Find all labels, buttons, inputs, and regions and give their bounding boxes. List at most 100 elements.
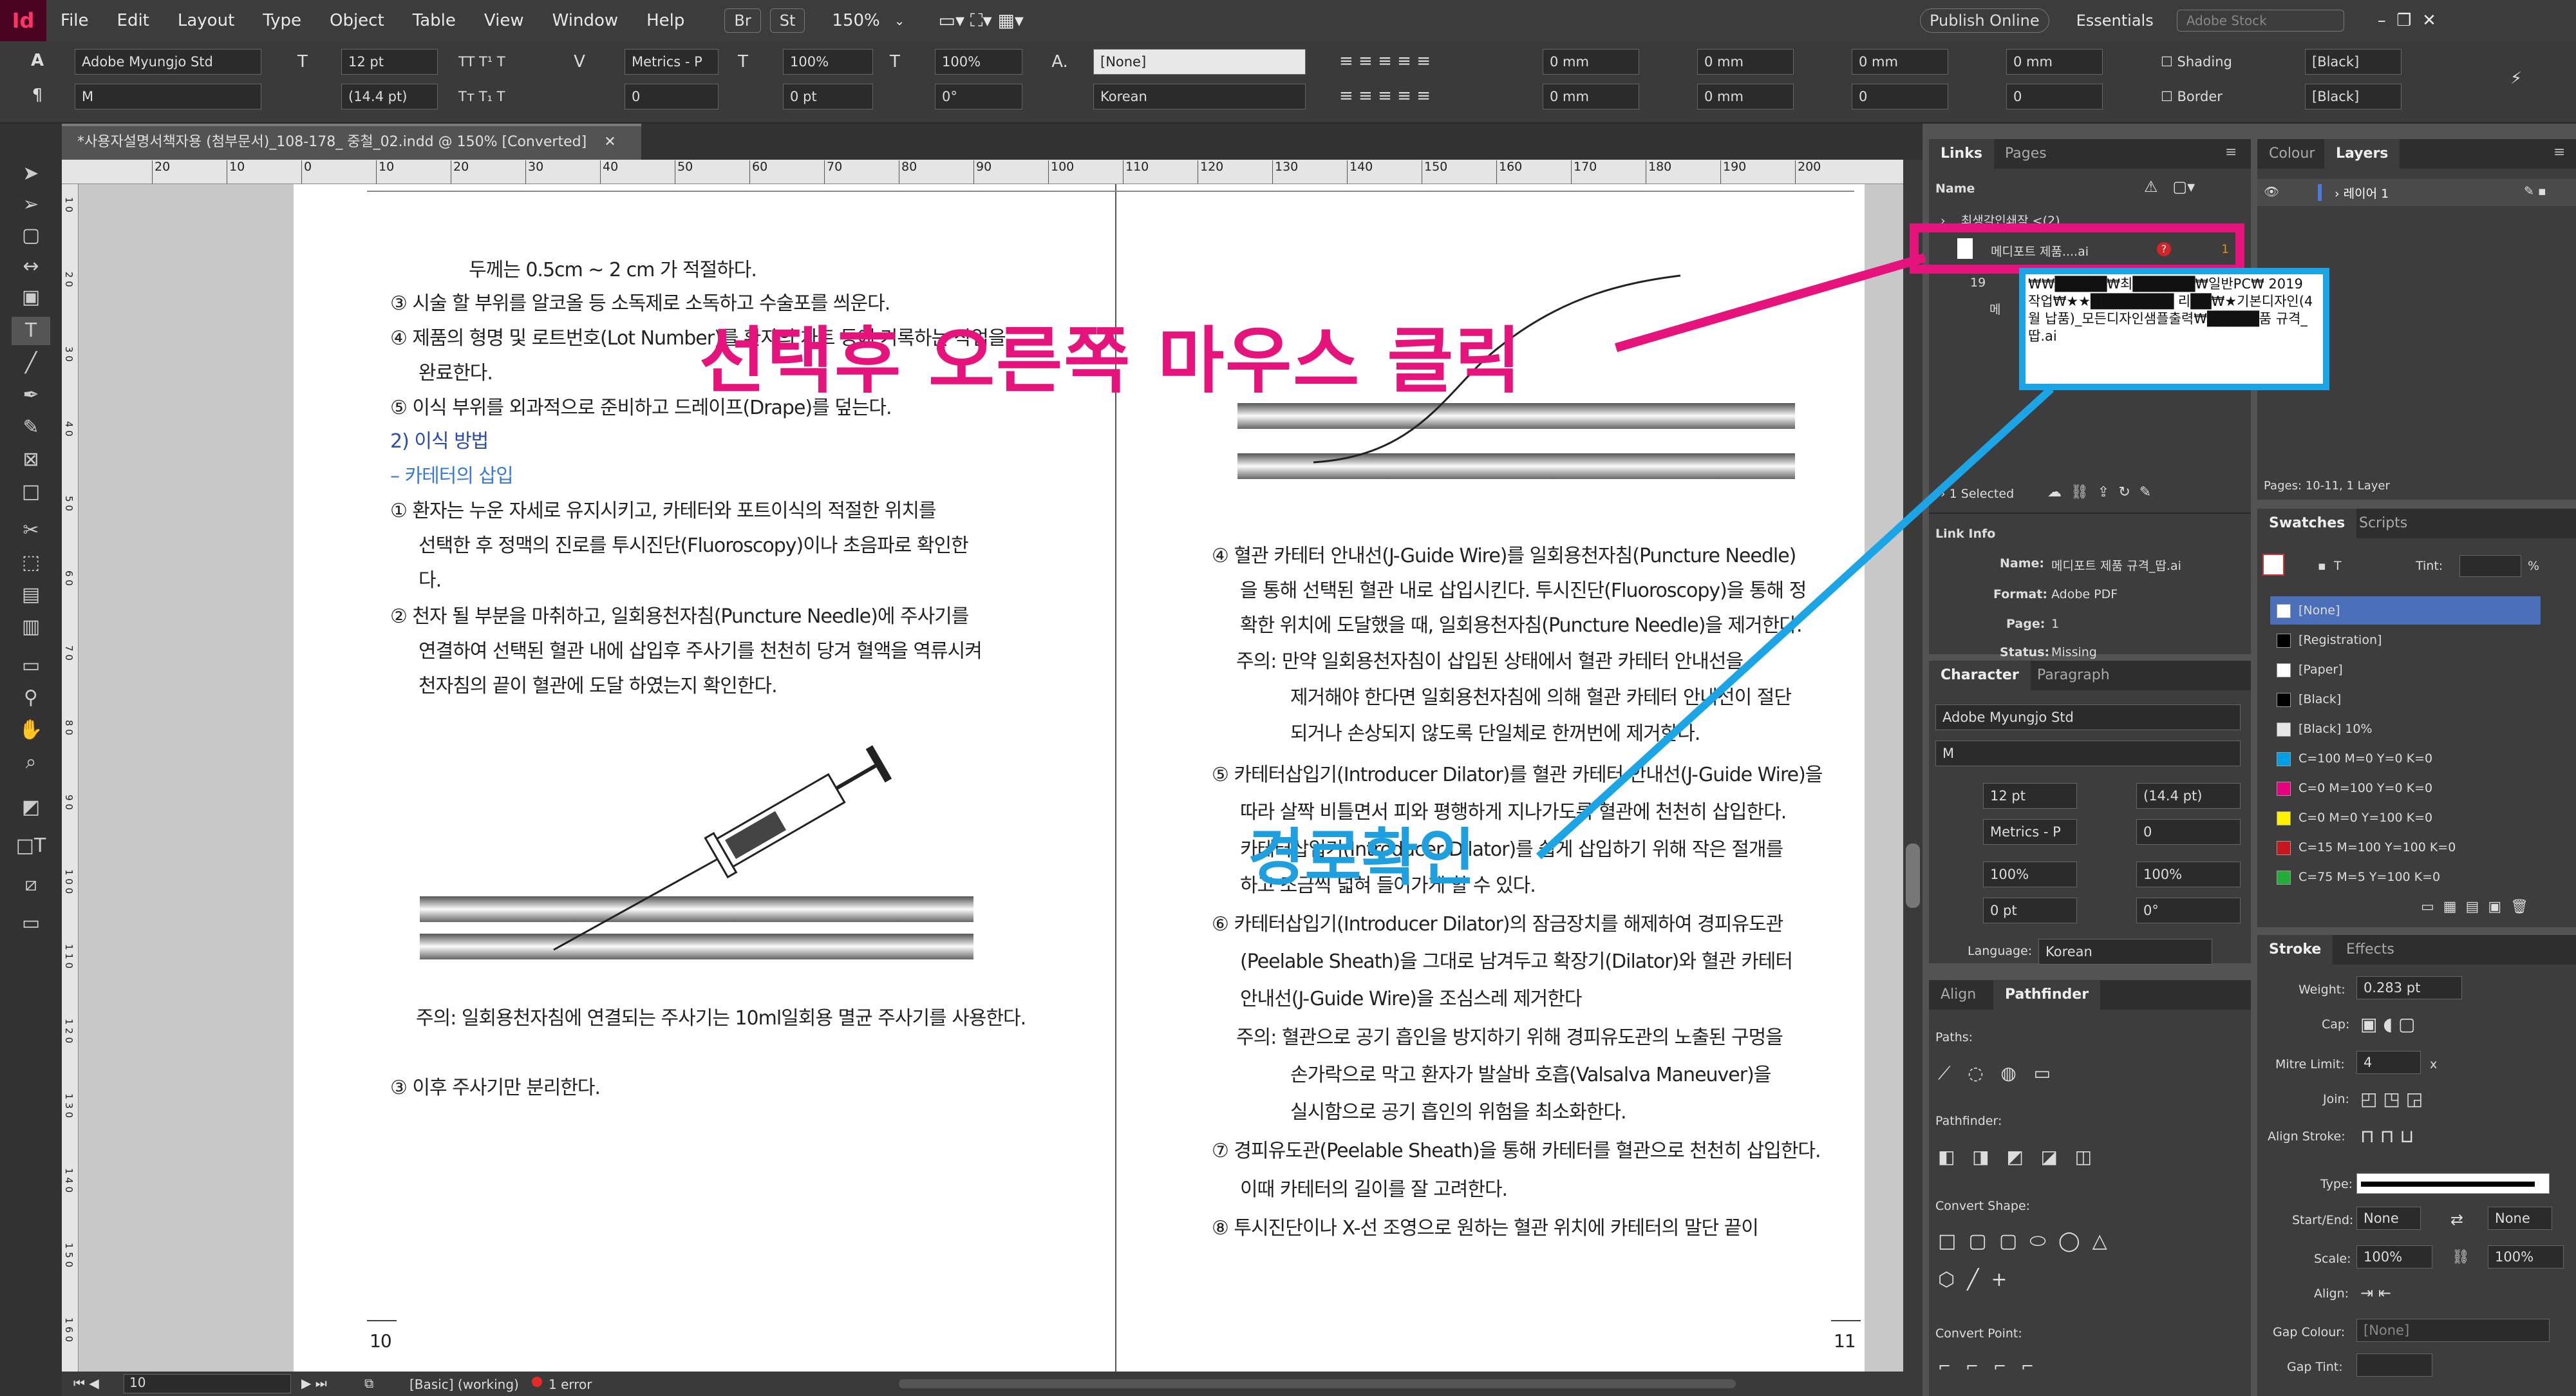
selection-tool-icon[interactable]: ➤ xyxy=(12,160,50,188)
gap-colour-field[interactable]: [None] xyxy=(2356,1319,2550,1342)
zoom-level[interactable]: 150% xyxy=(818,11,894,30)
gap-tool-icon[interactable]: ↔ xyxy=(12,252,50,281)
vertical-scale-field[interactable]: 100% xyxy=(783,49,873,75)
text-line[interactable]: 이때 카테터의 길이를 잘 고려한다. xyxy=(1240,1173,1508,1202)
layer-pen-icon[interactable]: ✎ ▪ xyxy=(2524,184,2546,198)
text-line[interactable]: ④ 혈관 카테터 안내선(J-Guide Wire)를 일회용천자침(Punct… xyxy=(1212,540,1796,568)
swatch-row[interactable]: C=0 M=0 Y=100 K=0 xyxy=(2270,804,2541,832)
tab-links[interactable]: Links xyxy=(1929,139,1994,169)
text-line[interactable]: (Peelable Sheath)을 그대로 남겨두고 확장기(Dilator)… xyxy=(1240,945,1793,974)
swatch-row[interactable]: [Black] 10% xyxy=(2270,715,2541,743)
visibility-eye-icon[interactable]: 👁 xyxy=(2264,184,2279,199)
text-line[interactable]: 되거나 손상되지 않도록 단일체로 한꺼번에 제거한다. xyxy=(1290,717,1700,746)
border-color-field[interactable]: [Black] xyxy=(2305,84,2402,109)
link-info-title[interactable]: Link Info xyxy=(1935,527,1995,541)
tab-colour[interactable]: Colour xyxy=(2257,139,2326,169)
links-column-icons[interactable]: ⚠ ▢▾ xyxy=(2144,178,2195,196)
join-buttons[interactable]: ◰ ◳ ◲ xyxy=(2360,1088,2423,1109)
swatch-row[interactable]: C=75 M=5 Y=100 K=0 xyxy=(2270,863,2541,891)
text-line[interactable]: ⑦ 경피유도관(Peelable Sheath)을 통해 카테터를 혈관으로 천… xyxy=(1212,1135,1821,1163)
gradient-feather-tool-icon[interactable]: ▥ xyxy=(12,613,50,641)
stock-button[interactable]: St xyxy=(769,8,805,33)
link-scale-icon[interactable]: ⛓ xyxy=(2452,1249,2470,1265)
text-line[interactable]: ② 천자 될 부분을 마취하고, 일회용천자침(Puncture Needle)… xyxy=(390,600,969,628)
font-size-field[interactable]: 12 pt xyxy=(341,49,438,75)
last-line-indent-field[interactable]: 0 mm xyxy=(1697,84,1794,109)
lightning-icon[interactable]: ⚡ xyxy=(2505,67,2528,90)
char-size-field[interactable]: 12 pt xyxy=(1983,783,2077,809)
char-baseline-field[interactable]: 0 pt xyxy=(1983,898,2077,923)
swatch-row[interactable]: [Registration] xyxy=(2270,626,2541,654)
shading-color-field[interactable]: [Black] xyxy=(2305,49,2402,75)
paragraph-mode-icon[interactable]: ¶ xyxy=(26,84,49,107)
pen-tool-icon[interactable]: ✒ xyxy=(12,381,50,410)
rectangle-tool-icon[interactable]: □ xyxy=(12,478,50,506)
text-line[interactable]: ③ 이후 주사기만 분리한다. xyxy=(390,1071,601,1100)
next-page-icon[interactable]: ▶ ⏭ xyxy=(301,1375,327,1391)
tab-layers[interactable]: Layers xyxy=(2324,139,2400,169)
line-tool-icon[interactable]: ╱ xyxy=(12,349,50,377)
text-line[interactable]: ⑤ 카테터삽입기(Introducer Dilator)를 혈관 카테터 안내선… xyxy=(1212,759,1823,787)
page-tool-icon[interactable]: ▢ xyxy=(12,222,50,250)
scrollbar-thumb[interactable] xyxy=(1906,844,1920,908)
view-options-icon[interactable]: ▭▾ ⛶▾ ▦▾ xyxy=(925,10,1038,32)
char-skew-field[interactable]: 0° xyxy=(2136,898,2241,923)
end-arrow-field[interactable]: None xyxy=(2488,1207,2552,1230)
menu-object[interactable]: Object xyxy=(315,11,399,30)
hand-tool-icon[interactable]: ✋ xyxy=(12,716,50,744)
type-tool-icon[interactable]: T xyxy=(12,317,50,345)
panel-menu-icon[interactable]: ≡ xyxy=(2553,144,2565,160)
swatch-footer-icons[interactable]: ▭ ▦ ▤ ▣ 🗑 xyxy=(2421,899,2528,915)
text-line[interactable]: 실시함으로 공기 흡인의 위험을 최소화한다. xyxy=(1290,1096,1626,1124)
stock-search-input[interactable]: Adobe Stock xyxy=(2176,10,2344,32)
direct-selection-tool-icon[interactable]: ➢ xyxy=(12,191,50,219)
fill-stroke-icon[interactable]: ◩ xyxy=(12,793,50,822)
content-collector-icon[interactable]: ▣ xyxy=(12,283,50,312)
caution-note[interactable]: 주의: 일회용천자침에 연결되는 주사기는 10ml일회용 멸균 주사기를 사용… xyxy=(416,1002,1026,1030)
swatch-row[interactable]: C=100 M=0 Y=0 K=0 xyxy=(2270,744,2541,773)
align-stroke-buttons[interactable]: ⊓ ⊓ ⊔ xyxy=(2360,1126,2414,1147)
convert-point-buttons[interactable]: ⌐ ⌐ ⌐ ⌐ xyxy=(1938,1357,2034,1375)
page-number-field[interactable]: 10 xyxy=(124,1374,291,1393)
baseline-shift-field[interactable]: 0 pt xyxy=(783,84,873,109)
convert-shape-buttons-2[interactable]: ⬡ ╱ + xyxy=(1938,1269,2007,1291)
swatch-row[interactable]: [Paper] xyxy=(2270,656,2541,684)
menu-edit[interactable]: Edit xyxy=(103,11,164,30)
swatch-row[interactable]: C=0 M=100 Y=0 K=0 xyxy=(2270,774,2541,802)
text-line[interactable]: ⑥ 카테터삽입기(Introducer Dilator)의 잠금장치를 해제하여… xyxy=(1212,908,1783,936)
char-font-field[interactable]: Adobe Myungjo Std xyxy=(1935,704,2241,730)
menu-table[interactable]: Table xyxy=(399,11,470,30)
zoom-dropdown-icon[interactable]: ⌄ xyxy=(894,13,905,28)
eyedropper-tool-icon[interactable]: ⚲ xyxy=(12,684,50,712)
convert-shape-buttons[interactable]: □ ▢ ▢ ⬭ ◯ △ xyxy=(1938,1230,2107,1252)
tab-pages[interactable]: Pages xyxy=(1993,139,2058,169)
menu-view[interactable]: View xyxy=(470,11,538,30)
formatting-icons[interactable]: ▪ T xyxy=(2318,559,2342,573)
horizontal-scale-field[interactable]: 100% xyxy=(935,49,1022,75)
kerning-field[interactable]: Metrics - P xyxy=(625,49,719,75)
subsection-heading[interactable]: – 카테터의 삽입 xyxy=(390,460,514,488)
character-style-field[interactable]: [None] xyxy=(1093,49,1306,75)
font-family-field[interactable]: Adobe Myungjo Std xyxy=(75,49,261,75)
tab-stroke[interactable]: Stroke xyxy=(2257,935,2333,965)
language-field[interactable]: Korean xyxy=(1093,84,1306,109)
drop-cap-chars-field[interactable]: 0 xyxy=(2006,84,2103,109)
text-line[interactable]: 선택한 후 정맥의 진로를 투시진단(Fluoroscopy)이나 초음파로 확… xyxy=(418,529,969,558)
skew-field[interactable]: 0° xyxy=(935,84,1022,109)
menu-type[interactable]: Type xyxy=(249,11,315,30)
window-controls[interactable]: – ❐ ✕ xyxy=(2364,11,2450,30)
bridge-button[interactable]: Br xyxy=(724,8,761,33)
vertical-scrollbar[interactable] xyxy=(1903,160,1923,1372)
formatting-affects-icon[interactable]: □T xyxy=(12,832,50,860)
menu-layout[interactable]: Layout xyxy=(164,11,249,30)
tab-scripts[interactable]: Scripts xyxy=(2347,509,2419,538)
swatch-row[interactable]: [Black] xyxy=(2270,685,2541,713)
tracking-field[interactable]: 0 xyxy=(625,84,719,109)
text-line[interactable]: 을 통해 선택된 혈관 내로 삽입시킨다. 투시진단(Fluoroscopy)을… xyxy=(1240,574,1807,603)
path-buttons[interactable]: ⟋ ◌ ◍ ▭ xyxy=(1938,1062,2051,1084)
font-style-field[interactable]: M xyxy=(75,84,261,109)
stroke-type-dropdown[interactable] xyxy=(2356,1173,2550,1194)
panel-menu-icon[interactable]: ≡ xyxy=(2225,144,2237,160)
links-column-name[interactable]: Name xyxy=(1935,182,1975,196)
align-buttons-top[interactable]: ≡ ≡ ≡ ≡ ≡ xyxy=(1339,52,1431,71)
